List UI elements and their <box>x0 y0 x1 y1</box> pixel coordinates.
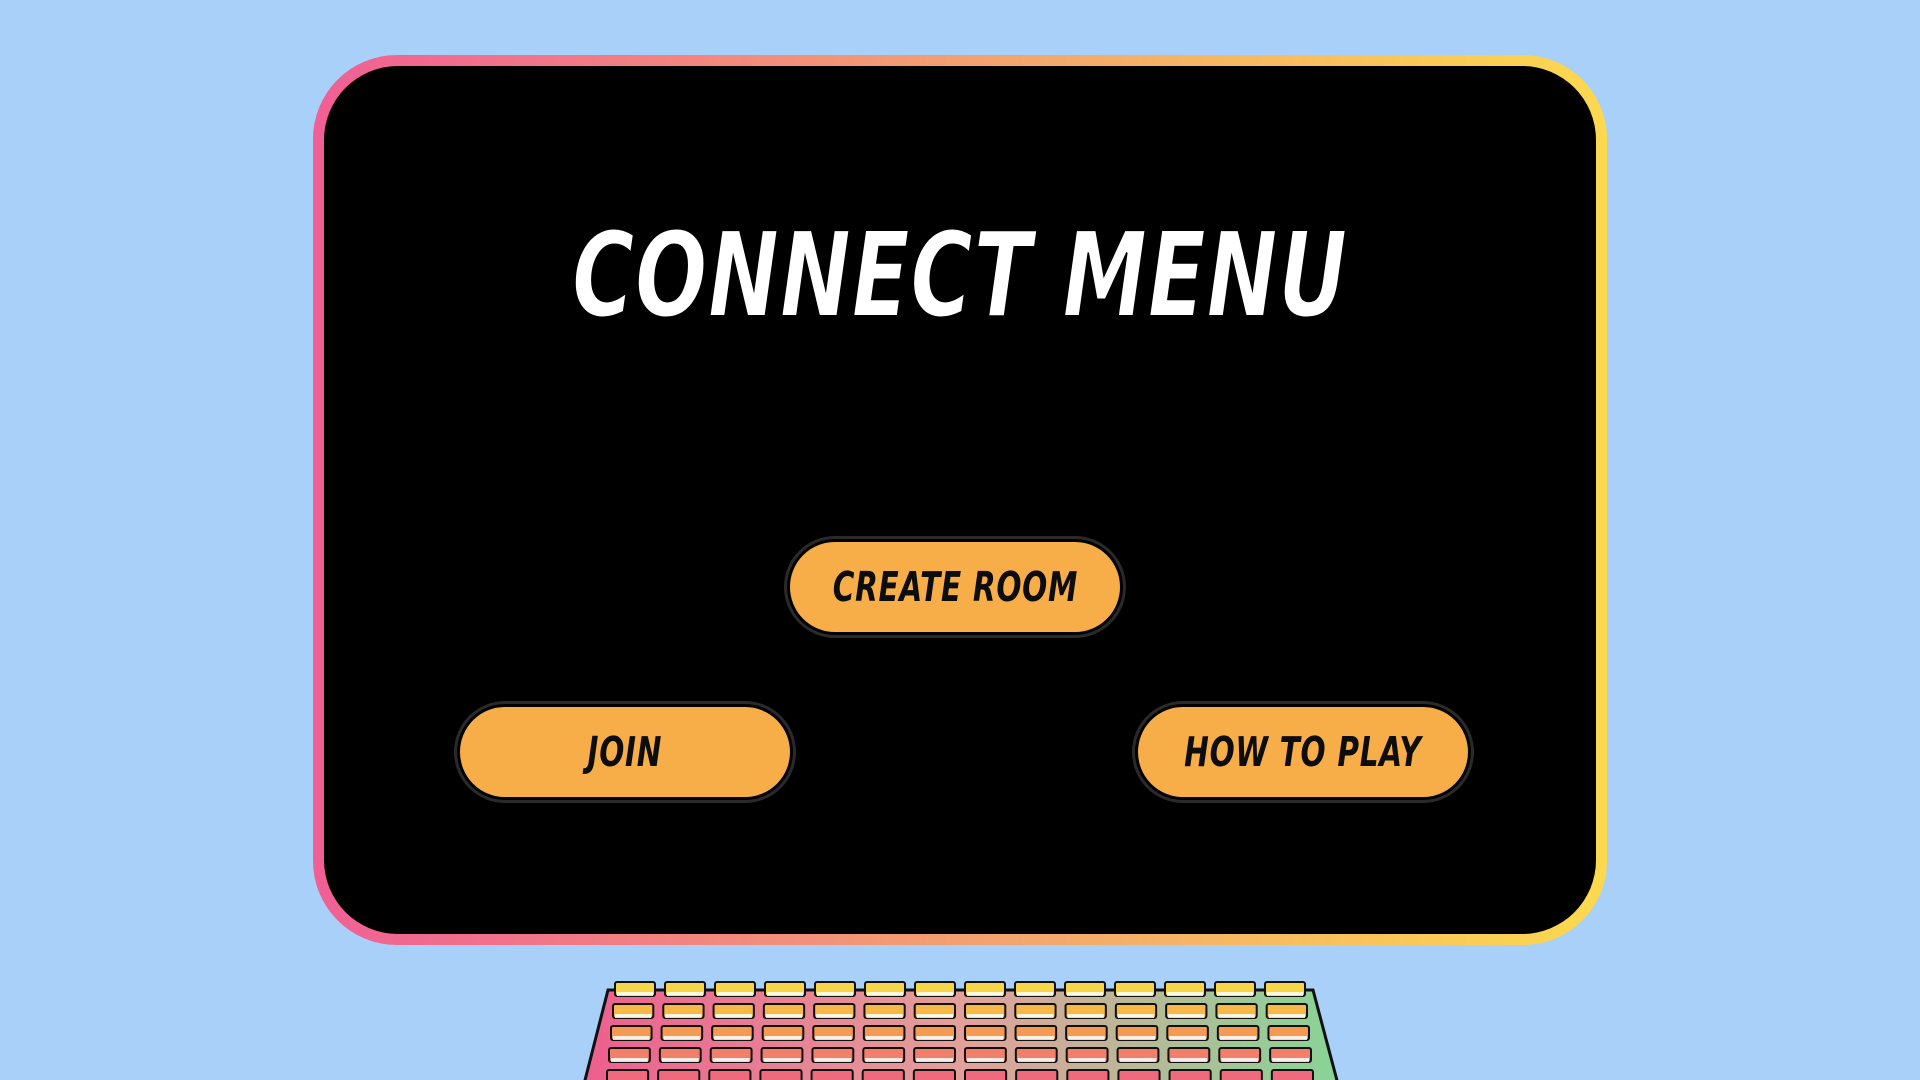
keycap-highlight <box>815 1036 852 1040</box>
keycap-highlight <box>1168 1014 1205 1018</box>
keycap <box>1270 1069 1314 1080</box>
keycap <box>657 1069 701 1080</box>
keycap <box>1168 1069 1212 1080</box>
keycap-highlight <box>661 1058 699 1062</box>
keycap-highlight <box>866 1014 903 1018</box>
keycap <box>1117 1069 1161 1080</box>
keycap <box>912 1069 956 1080</box>
keycap-highlight <box>717 992 753 996</box>
keycap-highlight <box>1170 1058 1208 1062</box>
join-label: JOIN <box>587 728 663 776</box>
keycap-highlight <box>967 992 1003 996</box>
keycap <box>1219 1069 1263 1080</box>
join-button[interactable]: JOIN <box>457 704 793 800</box>
keycap-highlight <box>1068 1058 1106 1062</box>
keyboard-illustration <box>583 981 1339 1080</box>
keycap-highlight <box>1221 1058 1259 1062</box>
menu-screen: CONNECT MENU CREATE ROOM JOIN HOW TO PLA… <box>324 66 1596 934</box>
keycap-highlight <box>865 1036 903 1040</box>
keycap-highlight <box>617 992 653 996</box>
keycap-highlight <box>1067 1014 1104 1018</box>
keycap-highlight <box>916 1058 953 1062</box>
keycap <box>810 1069 854 1080</box>
keycap-highlight <box>712 1058 750 1062</box>
keycap-highlight <box>613 1036 650 1040</box>
keycap <box>1015 1069 1059 1080</box>
keycap <box>964 1069 1008 1080</box>
keycap-highlight <box>1017 1036 1055 1040</box>
keycap-highlight <box>967 1058 1004 1062</box>
keycap-highlight <box>817 992 853 996</box>
keycap-highlight <box>765 1014 803 1018</box>
keycap-highlight <box>865 1058 903 1062</box>
menu-title: CONNECT MENU <box>571 206 1349 344</box>
keycap-highlight <box>1167 992 1203 996</box>
monitor-frame: CONNECT MENU CREATE ROOM JOIN HOW TO PLA… <box>313 55 1607 945</box>
keycap <box>606 1069 650 1080</box>
keycap-highlight <box>1118 1036 1156 1040</box>
keycap-highlight <box>967 1014 1004 1018</box>
keycap-highlight <box>665 1014 702 1018</box>
keycap-highlight <box>1117 1014 1155 1018</box>
keycap-highlight <box>867 992 903 996</box>
keycap-highlight <box>1169 1036 1206 1040</box>
keycap-highlight <box>1217 992 1253 996</box>
keycap-highlight <box>1219 1036 1257 1040</box>
keycap-highlight <box>615 1014 652 1018</box>
keycap-highlight <box>916 1014 953 1018</box>
keycap-highlight <box>814 1058 852 1062</box>
how-to-play-label: HOW TO PLAY <box>1184 728 1422 776</box>
keycap-highlight <box>917 992 953 996</box>
keycap-highlight <box>967 1036 1004 1040</box>
keycap-highlight <box>1268 1014 1305 1018</box>
keycap-highlight <box>1218 1014 1255 1018</box>
keycap-highlight <box>667 992 703 996</box>
create-room-button[interactable]: CREATE ROOM <box>787 539 1123 635</box>
keycap-highlight <box>1067 992 1103 996</box>
keycap-highlight <box>816 1014 853 1018</box>
keycap-highlight <box>916 1036 953 1040</box>
create-room-label: CREATE ROOM <box>832 563 1078 611</box>
game-scene: CONNECT MENU CREATE ROOM JOIN HOW TO PLA… <box>0 0 1920 1080</box>
keycap-highlight <box>1119 1058 1157 1062</box>
keycap-highlight <box>611 1058 648 1062</box>
keycap-highlight <box>767 992 803 996</box>
keycap-highlight <box>1068 1036 1105 1040</box>
keycap <box>1066 1069 1110 1080</box>
keycap-highlight <box>1017 1058 1055 1062</box>
keycap-highlight <box>1267 992 1303 996</box>
keycap-highlight <box>714 1036 751 1040</box>
keycap-highlight <box>1117 992 1153 996</box>
keycap-highlight <box>1270 1036 1307 1040</box>
keycap <box>759 1069 803 1080</box>
keycap-highlight <box>764 1036 802 1040</box>
keycap-highlight <box>715 1014 752 1018</box>
keycap <box>861 1069 905 1080</box>
how-to-play-button[interactable]: HOW TO PLAY <box>1135 704 1471 800</box>
keycap-highlight <box>663 1036 701 1040</box>
keycap <box>708 1069 752 1080</box>
keycap-highlight <box>763 1058 801 1062</box>
keycap-highlight <box>1272 1058 1309 1062</box>
keycap-highlight <box>1017 992 1053 996</box>
keycap-highlight <box>1017 1014 1054 1018</box>
